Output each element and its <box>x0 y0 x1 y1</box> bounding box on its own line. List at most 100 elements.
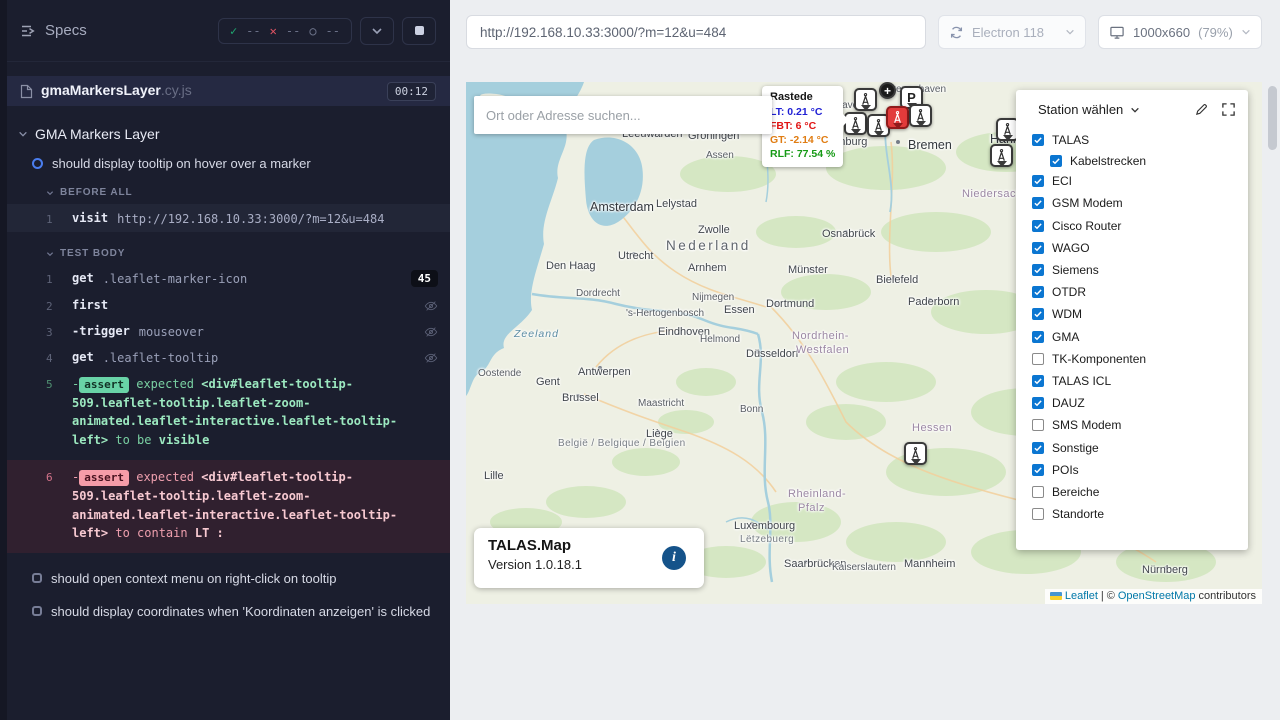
assert-failed-row[interactable]: 6 -assert expected <div#leaflet-tooltip-… <box>0 460 450 552</box>
checkbox[interactable] <box>1032 419 1044 431</box>
checkbox[interactable] <box>1032 197 1044 209</box>
station-filter-row[interactable]: TK-Komponenten <box>1028 348 1236 370</box>
not-run-icon <box>32 606 42 616</box>
chevron-down-icon[interactable] <box>1130 105 1140 115</box>
app-name: TALAS.Map <box>488 537 690 554</box>
station-panel-title[interactable]: Station wählen <box>1038 102 1123 117</box>
viewport-selector[interactable]: 1000x660 (79%) <box>1098 15 1262 49</box>
checkbox-label: GMA <box>1052 330 1079 344</box>
checkbox[interactable] <box>1032 242 1044 254</box>
checkbox-label: DAUZ <box>1052 396 1085 410</box>
test-body-header[interactable]: TEST BODY <box>46 248 450 259</box>
station-marker[interactable] <box>854 88 877 111</box>
test-title: should display tooltip on hover over a m… <box>52 156 311 171</box>
checkbox-label: Standorte <box>1052 507 1104 521</box>
chevron-down-icon <box>18 129 28 139</box>
pending-icon: ○ <box>309 24 316 38</box>
station-filter-row[interactable]: TALAS <box>1028 129 1236 151</box>
run-stats[interactable]: ✓-- ✕-- ○-- <box>218 18 352 44</box>
info-icon[interactable]: i <box>662 546 686 570</box>
checkbox-label: TK-Komponenten <box>1052 352 1146 366</box>
stop-button[interactable] <box>402 17 436 45</box>
active-test-row[interactable]: should display tooltip on hover over a m… <box>32 156 450 171</box>
checkbox[interactable] <box>1032 353 1044 365</box>
tooltip-measurement: GT: -2.14 °C <box>770 133 835 147</box>
station-filter-row[interactable]: Cisco Router <box>1028 215 1236 237</box>
station-filter-row[interactable]: ECI <box>1028 170 1236 192</box>
station-marker[interactable] <box>904 442 927 465</box>
checkbox[interactable] <box>1032 175 1044 187</box>
checkbox[interactable] <box>1032 264 1044 276</box>
station-filter-row[interactable]: Standorte <box>1028 503 1236 525</box>
selected-station-marker[interactable] <box>886 106 909 129</box>
checkbox[interactable] <box>1032 464 1044 476</box>
map-info-box: TALAS.Map Version 1.0.18.1 i <box>474 528 704 588</box>
checkbox[interactable] <box>1032 134 1044 146</box>
station-filter-row[interactable]: WAGO <box>1028 237 1236 259</box>
command-get-tooltip[interactable]: 4 get .leaflet-tooltip <box>0 344 450 370</box>
suite-row[interactable]: GMA Markers Layer <box>18 126 450 142</box>
browser-selector[interactable]: Electron 118 <box>938 15 1086 49</box>
checkbox[interactable] <box>1032 442 1044 454</box>
address-bar[interactable]: http://192.168.10.33:3000/?m=12&u=484 <box>466 15 926 49</box>
station-filter-row[interactable]: GMA <box>1028 326 1236 348</box>
station-filter-row[interactable]: WDM <box>1028 303 1236 325</box>
command-first[interactable]: 2 first <box>0 292 450 318</box>
failed-count: -- <box>286 24 300 38</box>
checkbox[interactable] <box>1032 220 1044 232</box>
eye-slash-icon <box>424 323 438 339</box>
pending-test-row[interactable]: should open context menu on right-click … <box>32 571 450 586</box>
station-marker[interactable] <box>909 104 932 127</box>
checkbox-label: WDM <box>1052 307 1082 321</box>
osm-link[interactable]: OpenStreetMap <box>1118 590 1196 602</box>
station-marker[interactable] <box>990 144 1013 167</box>
collapse-button[interactable] <box>360 17 394 45</box>
station-filter-row[interactable]: POIs <box>1028 459 1236 481</box>
checkbox-label: Sonstige <box>1052 441 1099 455</box>
chevron-down-icon <box>1065 27 1075 37</box>
station-filter-row[interactable]: OTDR <box>1028 281 1236 303</box>
leaflet-link[interactable]: Leaflet <box>1065 590 1098 602</box>
map-attribution: Leaflet | © OpenStreetMap contributors <box>1045 589 1262 604</box>
checkbox-label: POIs <box>1052 463 1079 477</box>
app-under-test-pane: http://192.168.10.33:3000/?m=12&u=484 El… <box>450 0 1280 720</box>
station-filter-row[interactable]: GSM Modem <box>1028 192 1236 214</box>
checkbox[interactable] <box>1032 486 1044 498</box>
stop-icon <box>415 26 424 35</box>
station-filter-row[interactable]: DAUZ <box>1028 392 1236 414</box>
map-search-input[interactable] <box>474 96 772 134</box>
scrollbar-thumb[interactable] <box>1268 86 1277 150</box>
station-filter-row[interactable]: TALAS ICL <box>1028 370 1236 392</box>
checkbox[interactable] <box>1032 508 1044 520</box>
pending-test-row[interactable]: should display coordinates when 'Koordin… <box>32 604 450 619</box>
command-get-marker[interactable]: 1 get .leaflet-marker-icon 45 <box>0 265 450 292</box>
command-trigger[interactable]: 3 -trigger mouseover <box>0 318 450 344</box>
leaflet-map[interactable]: BremerhavenWilhelmshavenEmdenLeeuwardenG… <box>466 82 1262 604</box>
cluster-marker[interactable]: + <box>879 82 896 99</box>
station-filter-row[interactable]: Siemens <box>1028 259 1236 281</box>
tooltip-measurement: RLF: 77.54 % <box>770 147 835 161</box>
station-filter-row[interactable]: Sonstige <box>1028 436 1236 458</box>
map-tooltip[interactable]: Rastede LT: 0.21 °CFBT: 6 °CGT: -2.14 °C… <box>762 86 843 167</box>
checkbox[interactable] <box>1032 375 1044 387</box>
before-all-header[interactable]: BEFORE ALL <box>46 187 450 198</box>
spec-file-row[interactable]: gmaMarkersLayer.cy.js 00:12 <box>0 76 450 106</box>
checkbox-label: ECI <box>1052 174 1072 188</box>
monitor-icon <box>1109 25 1125 40</box>
checkbox[interactable] <box>1032 308 1044 320</box>
checkbox[interactable] <box>1050 155 1062 167</box>
specs-menu-icon[interactable] <box>20 23 36 39</box>
station-filter-row[interactable]: SMS Modem <box>1028 414 1236 436</box>
checkbox[interactable] <box>1032 397 1044 409</box>
running-test-icon <box>32 158 43 169</box>
checkbox[interactable] <box>1032 286 1044 298</box>
command-visit[interactable]: 1 visit http://192.168.10.33:3000/?m=12&… <box>0 204 450 232</box>
assert-passed-row[interactable]: 5 -assert expected <div#leaflet-tooltip-… <box>0 370 450 454</box>
edit-icon[interactable] <box>1194 102 1209 117</box>
station-filter-row[interactable]: Bereiche <box>1028 481 1236 503</box>
failed-icon: ✕ <box>270 24 277 38</box>
browser-refresh-icon <box>949 25 964 40</box>
station-filter-row[interactable]: Kabelstrecken <box>1046 151 1236 170</box>
fullscreen-icon[interactable] <box>1221 102 1236 117</box>
checkbox[interactable] <box>1032 331 1044 343</box>
